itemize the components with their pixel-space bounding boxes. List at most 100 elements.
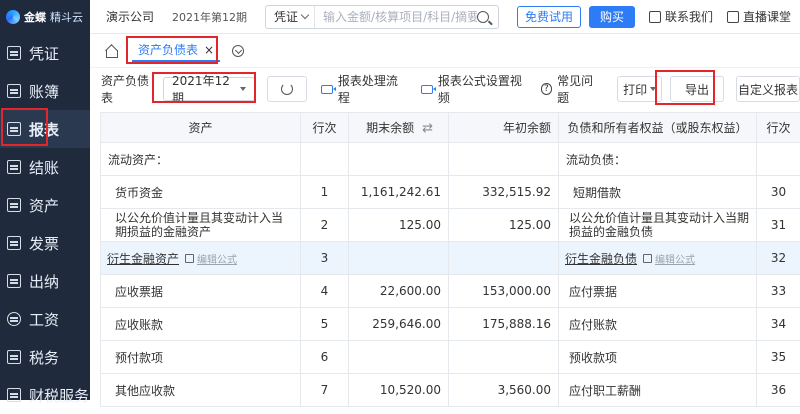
home-icon[interactable] — [104, 45, 118, 57]
cell-asset: 以公允价值计量且其变动计入当期损益的金融资产 — [101, 209, 301, 242]
buy-button[interactable]: 购买 — [589, 6, 635, 28]
cell-begin[interactable] — [449, 242, 559, 275]
cell-end[interactable]: 1,161,242.61 — [349, 176, 449, 209]
report-name-label: 资产负债表 — [101, 72, 159, 106]
sidebar-item-label: 财税服务 — [29, 385, 89, 406]
contact-icon — [649, 11, 661, 23]
period-value: 2021年12期 — [172, 72, 239, 106]
asset-link[interactable]: 衍生金融资产 — [107, 252, 179, 266]
salary-icon — [7, 312, 21, 326]
cell-row-no: 7 — [301, 374, 349, 407]
cell-row-no: 5 — [301, 308, 349, 341]
formula-video-label: 报表公式设置视频 — [438, 72, 531, 106]
edit-formula-link[interactable]: 编辑公式 — [643, 251, 695, 266]
logo-icon — [6, 10, 20, 24]
cell-row-no: 3 — [301, 242, 349, 275]
cell-asset: 应收账款 — [101, 308, 301, 341]
refresh-icon — [281, 83, 293, 95]
search-icon[interactable] — [477, 11, 489, 23]
voucher-icon — [7, 46, 21, 60]
cell-begin[interactable]: 3,560.00 — [449, 374, 559, 407]
search-box: 凭证 输入金额/核算项目/科目/摘要 — [265, 5, 499, 29]
sidebar-item-ledger[interactable]: 账簿 — [0, 72, 90, 110]
close-icon[interactable]: × — [204, 43, 214, 57]
period-select[interactable]: 2021年12期 — [163, 77, 254, 101]
edit-icon — [185, 254, 194, 263]
sidebar-item-cashier[interactable]: 出纳 — [0, 262, 90, 300]
live-class-link[interactable]: 直播课堂 — [727, 8, 791, 25]
sidebar-item-report[interactable]: 报表 — [0, 110, 90, 148]
sidebar-item-invoice[interactable]: 发票 — [0, 224, 90, 262]
process-label: 报表处理流程 — [338, 72, 407, 106]
cell-end[interactable]: 22,600.00 — [349, 275, 449, 308]
top-bar: 演示公司 2021年第12期 凭证 输入金额/核算项目/科目/摘要 免费试用 购… — [90, 0, 800, 34]
cell-end[interactable] — [349, 242, 449, 275]
tab-label: 资产负债表 — [138, 41, 198, 58]
faq-link[interactable]: ?常见问题 — [541, 72, 604, 106]
table-row: 货币资金 1 1,161,242.61 332,515.92 短期借款 30 — [101, 176, 800, 209]
search-input[interactable]: 输入金额/核算项目/科目/摘要 — [315, 8, 477, 25]
process-video-link[interactable]: 报表处理流程 — [321, 72, 407, 106]
cell-row-no2: 36 — [757, 374, 800, 407]
cell-asset: 衍生金融资产编辑公式 — [101, 242, 301, 275]
cell-row-no2: 30 — [757, 176, 800, 209]
sidebar-item-salary[interactable]: 工资 — [0, 300, 90, 338]
liability-link[interactable]: 衍生金融负债 — [565, 252, 637, 266]
cell-end — [349, 143, 449, 176]
print-button[interactable]: 打印 — [617, 76, 662, 102]
cell-begin[interactable]: 175,888.16 — [449, 308, 559, 341]
tax-icon — [7, 350, 21, 364]
brand-logo[interactable]: 金蝶 精斗云 — [0, 0, 90, 34]
formula-video-link[interactable]: 报表公式设置视频 — [421, 72, 530, 106]
search-type-select[interactable]: 凭证 — [266, 6, 315, 28]
sidebar-item-label: 出纳 — [29, 271, 59, 292]
edit-formula-link[interactable]: 编辑公式 — [185, 251, 237, 266]
sidebar-item-tax[interactable]: 税务 — [0, 338, 90, 376]
cell-end[interactable]: 259,646.00 — [349, 308, 449, 341]
edit-icon — [643, 254, 652, 263]
cell-liability: 以公允价值计量且其变动计入当期损益的金融负债 — [559, 209, 757, 242]
cell-begin[interactable] — [449, 341, 559, 374]
table-row: 预付款项 6 预收款项 35 — [101, 341, 800, 374]
chevron-down-icon[interactable] — [232, 45, 244, 57]
sidebar-item-service[interactable]: 财税服务 — [0, 376, 90, 414]
custom-report-button[interactable]: 自定义报表 — [736, 76, 800, 102]
cell-end[interactable]: 10,520.00 — [349, 374, 449, 407]
cell-begin[interactable]: 153,000.00 — [449, 275, 559, 308]
question-icon: ? — [541, 83, 553, 95]
col-row-no2: 行次 — [757, 113, 800, 143]
cell-end[interactable] — [349, 341, 449, 374]
cell-row-no2: 31 — [757, 209, 800, 242]
cell-liability: 流动负债： — [559, 143, 757, 176]
contact-us-link[interactable]: 联系我们 — [649, 8, 713, 25]
table-row: 衍生金融资产编辑公式 3 衍生金融负债编辑公式 32 — [101, 242, 800, 275]
sidebar-item-label: 结账 — [29, 157, 59, 178]
sidebar-item-label: 账簿 — [29, 81, 59, 102]
tab-balance-sheet[interactable]: 资产负债表 × — [132, 40, 220, 62]
cell-row-no2: 33 — [757, 275, 800, 308]
swap-columns-icon[interactable]: ⇄ — [422, 121, 433, 136]
cell-liability: 应付账款 — [559, 308, 757, 341]
sidebar-item-voucher[interactable]: 凭证 — [0, 34, 90, 72]
cell-begin[interactable]: 125.00 — [449, 209, 559, 242]
cell-asset: 预付款项 — [101, 341, 301, 374]
export-button[interactable]: 导出 — [670, 76, 724, 102]
live-icon — [727, 11, 739, 23]
sidebar-item-label: 工资 — [29, 309, 59, 330]
sidebar-item-asset[interactable]: 资产 — [0, 186, 90, 224]
cell-end[interactable]: 125.00 — [349, 209, 449, 242]
video-icon — [421, 85, 433, 94]
cell-asset: 其他应收款 — [101, 374, 301, 407]
cell-row-no — [301, 143, 349, 176]
free-trial-button[interactable]: 免费试用 — [517, 6, 581, 28]
col-end-balance-label: 期末余额 — [366, 121, 414, 135]
refresh-button[interactable] — [267, 76, 308, 102]
asset-icon — [7, 198, 21, 212]
brand-name: 金蝶 — [24, 9, 46, 25]
cell-begin[interactable]: 332,515.92 — [449, 176, 559, 209]
invoice-icon — [7, 236, 21, 250]
current-period: 2021年第12期 — [172, 9, 247, 25]
col-row-no: 行次 — [301, 113, 349, 143]
sidebar-item-closing[interactable]: 结账 — [0, 148, 90, 186]
company-name[interactable]: 演示公司 — [106, 8, 154, 25]
